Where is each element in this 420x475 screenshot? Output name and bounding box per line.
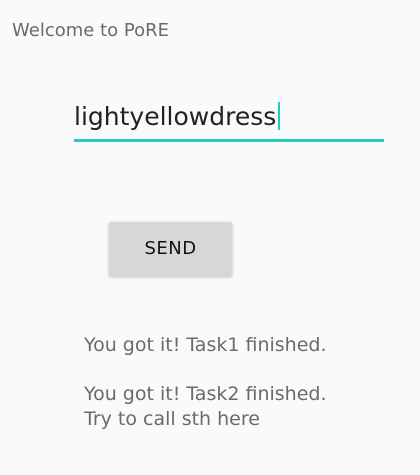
send-button[interactable]: SEND xyxy=(109,222,232,276)
status-task2-line1: You got it! Task2 finished. xyxy=(84,383,327,405)
status-task2-line2: Try to call sth here xyxy=(84,408,260,430)
text-input-value: lightyellowdress xyxy=(74,102,277,131)
app-title: Welcome to PoRE xyxy=(12,20,169,41)
text-input[interactable]: lightyellowdress xyxy=(74,96,384,142)
text-cursor xyxy=(278,102,281,130)
status-task2: You got it! Task2 finished. Try to call … xyxy=(84,382,327,432)
status-task1: You got it! Task1 finished. xyxy=(84,334,327,356)
